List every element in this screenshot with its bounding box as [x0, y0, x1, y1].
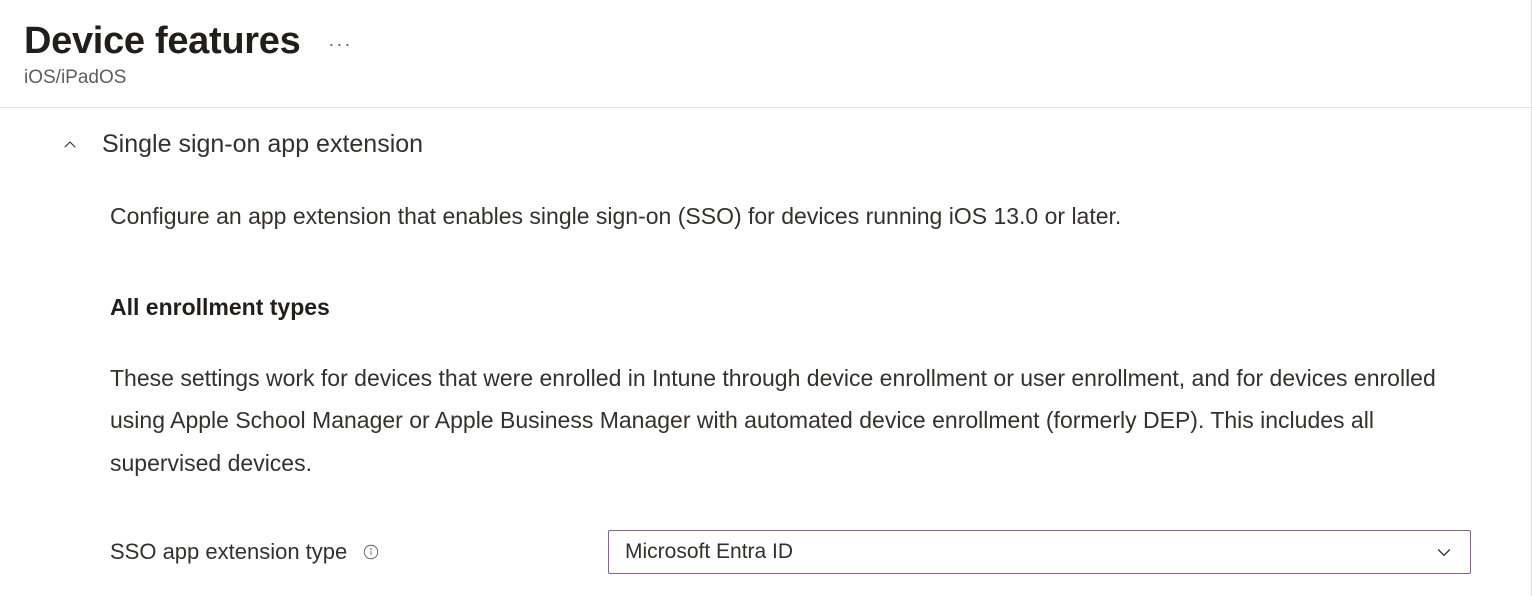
title-row: Device features ··· — [24, 20, 1507, 63]
section-body: Configure an app extension that enables … — [60, 159, 1471, 574]
enrollment-heading: All enrollment types — [110, 294, 1471, 321]
sso-type-row: SSO app extension type Microsoft Entra I… — [110, 530, 1471, 574]
page-title: Device features — [24, 20, 300, 63]
sso-type-label: SSO app extension type — [110, 539, 347, 565]
content-area: Single sign-on app extension Configure a… — [0, 108, 1531, 574]
section-description: Configure an app extension that enables … — [110, 199, 1471, 234]
page-subtitle: iOS/iPadOS — [24, 67, 1507, 89]
section-toggle[interactable]: Single sign-on app extension — [60, 130, 1471, 159]
chevron-down-icon — [1434, 542, 1454, 562]
section-title: Single sign-on app extension — [102, 130, 423, 159]
enrollment-description: These settings work for devices that wer… — [110, 357, 1471, 485]
chevron-up-icon — [60, 135, 80, 155]
sso-type-dropdown[interactable]: Microsoft Entra ID — [608, 530, 1471, 574]
sso-type-value: Microsoft Entra ID — [625, 540, 793, 564]
more-actions-icon[interactable]: ··· — [328, 34, 352, 55]
page-header: Device features ··· iOS/iPadOS — [0, 0, 1531, 108]
info-icon[interactable] — [361, 542, 381, 562]
sso-type-label-wrap: SSO app extension type — [110, 539, 608, 565]
